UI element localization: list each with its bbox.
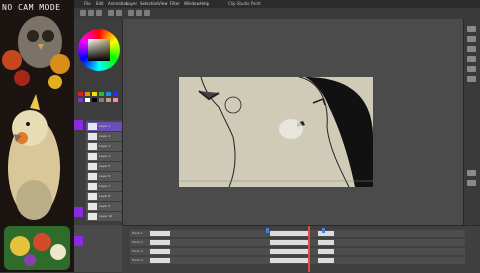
timeline-cel[interactable] — [150, 231, 170, 236]
layer-row[interactable]: Layer 4 — [86, 152, 122, 162]
eraser-tool-icon[interactable] — [136, 10, 142, 16]
color-swatch[interactable] — [106, 98, 111, 102]
menu-layer[interactable]: Layer — [126, 0, 137, 8]
layer-thumbnail — [88, 163, 97, 170]
layer-row[interactable]: Layer 2 — [86, 132, 122, 142]
new-icon[interactable] — [80, 10, 86, 16]
undo-icon[interactable] — [108, 10, 114, 16]
layer-thumbnail — [88, 203, 97, 210]
layer-color-marker — [74, 207, 83, 217]
color-swatch[interactable] — [113, 98, 118, 102]
layer-row[interactable]: Layer 9 — [86, 202, 122, 212]
color-swatch[interactable] — [85, 98, 90, 102]
layer-name: Layer 2 — [99, 134, 111, 138]
timeline-cel[interactable] — [270, 231, 310, 236]
color-swatch[interactable] — [92, 98, 97, 102]
layer-name: Layer 4 — [99, 154, 111, 158]
redo-icon[interactable] — [116, 10, 122, 16]
overlay-art — [0, 0, 74, 272]
stream-overlay: NO CAM MODE — [0, 0, 74, 272]
timeline-cel[interactable] — [318, 258, 334, 263]
color-swatch[interactable] — [106, 92, 111, 96]
flip-icon[interactable] — [467, 56, 476, 62]
timeline-cel[interactable] — [318, 231, 334, 236]
layer-name: Layer 1 — [99, 124, 111, 128]
color-swatch[interactable] — [92, 92, 97, 96]
color-swatch[interactable] — [99, 98, 104, 102]
color-swatch[interactable] — [113, 92, 118, 96]
menu-selection[interactable]: Selection — [140, 0, 158, 8]
timeline-cel[interactable] — [150, 249, 170, 254]
hand-tool-icon[interactable] — [467, 76, 476, 82]
layer-row[interactable]: Layer 1 — [86, 122, 122, 132]
timeline-cel[interactable] — [150, 258, 170, 263]
layer-row[interactable]: Layer 3 — [86, 142, 122, 152]
menu-window[interactable]: Window — [184, 0, 200, 8]
timeline-cel[interactable] — [318, 249, 334, 254]
layer-thumbnail — [88, 133, 97, 140]
open-icon[interactable] — [88, 10, 94, 16]
menu-filter[interactable]: Filter — [170, 0, 180, 8]
layer-thumbnail — [88, 143, 97, 150]
layer-name: Layer 5 — [99, 164, 111, 168]
color-black-icon[interactable] — [467, 170, 476, 176]
color-saturation-square[interactable] — [88, 39, 110, 61]
color-swatch[interactable] — [78, 98, 83, 102]
layer-row[interactable]: Layer 7 — [86, 182, 122, 192]
timeline-cel[interactable] — [270, 240, 310, 245]
timeline-cel[interactable] — [270, 249, 310, 254]
menu-bar: File Edit Animation Layer Selection View… — [74, 0, 480, 8]
rotate-icon[interactable] — [467, 46, 476, 52]
save-icon[interactable] — [96, 10, 102, 16]
layer-name: Layer 7 — [99, 184, 111, 188]
timeline-cel[interactable] — [150, 240, 170, 245]
layer-name: Layer 8 — [99, 194, 111, 198]
menu-help[interactable]: Help — [200, 0, 209, 8]
track-name: Track 3 — [132, 249, 143, 253]
layer-row[interactable]: Layer 8 — [86, 192, 122, 202]
track-name: Track 4 — [132, 258, 143, 262]
selection-tool-icon[interactable] — [144, 10, 150, 16]
layer-thumbnail — [88, 193, 97, 200]
timeline-marker[interactable] — [266, 228, 269, 233]
layer-row[interactable]: Layer 5 — [86, 162, 122, 172]
layer-row[interactable]: Layer 10 — [86, 212, 122, 222]
track-name: Track 1 — [132, 231, 143, 235]
window-title: Clip Studio Paint — [228, 1, 261, 6]
layer-name: Layer 6 — [99, 174, 111, 178]
layer-thumbnail — [88, 153, 97, 160]
layer-thumbnail — [88, 213, 97, 220]
track-name: Track 2 — [132, 240, 143, 244]
color-swatch[interactable] — [99, 92, 104, 96]
layer-name: Layer 9 — [99, 204, 111, 208]
menu-view[interactable]: View — [158, 0, 168, 8]
artboard[interactable] — [179, 77, 373, 187]
menu-file[interactable]: File — [84, 0, 91, 8]
fit-icon[interactable] — [467, 66, 476, 72]
brush-tool-icon[interactable] — [128, 10, 134, 16]
layer-name: Layer 3 — [99, 144, 111, 148]
layer-thumbnail — [88, 123, 97, 130]
layer-color-marker — [74, 120, 83, 130]
layer-thumbnail — [88, 183, 97, 190]
layer-name: Layer 10 — [99, 214, 113, 218]
playhead[interactable] — [308, 226, 310, 272]
color-white-icon[interactable] — [467, 180, 476, 186]
zoom-out-icon[interactable] — [467, 36, 476, 42]
color-swatch[interactable] — [78, 92, 83, 96]
no-cam-mode-label: NO CAM MODE — [2, 3, 61, 12]
timeline-cel[interactable] — [270, 258, 310, 263]
menu-edit[interactable]: Edit — [96, 0, 104, 8]
color-swatch[interactable] — [85, 92, 90, 96]
zoom-in-icon[interactable] — [467, 26, 476, 32]
layer-thumbnail — [88, 173, 97, 180]
timeline-marker[interactable] — [322, 228, 325, 233]
line-art — [179, 77, 373, 187]
timeline-cel[interactable] — [318, 240, 334, 245]
layer-row[interactable]: Layer 6 — [86, 172, 122, 182]
layer-color-marker — [74, 236, 83, 246]
